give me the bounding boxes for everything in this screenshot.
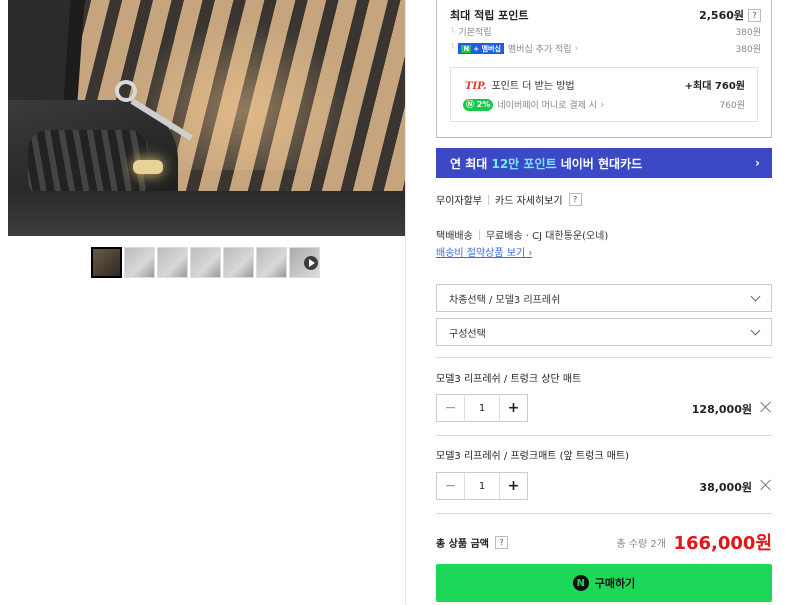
card-detail-link[interactable]: 카드 자세히보기 <box>495 192 563 207</box>
hyundai-card-banner[interactable]: 연 최대 12만 포인트 네이버 현대카드 › <box>436 148 772 178</box>
chevron-right-icon: › <box>600 98 605 111</box>
increase-button[interactable]: + <box>499 473 527 499</box>
points-title: 최대 적립 포인트 <box>450 9 529 22</box>
total-price: 166,000원 <box>673 533 772 554</box>
points-help-icon[interactable]: ? <box>748 8 761 22</box>
total-label: 총 상품 금액 <box>436 539 489 550</box>
divider <box>478 229 480 240</box>
total-label-row: 총 상품 금액 ? <box>436 535 508 550</box>
quantity-stepper: − 1 + <box>436 472 528 500</box>
divider <box>436 357 772 358</box>
thumbnail-2[interactable] <box>124 247 155 278</box>
quantity-value[interactable]: 1 <box>465 473 499 499</box>
banner-suffix: 네이버 현대카드 <box>556 156 643 171</box>
branch-icon: └ <box>450 28 456 38</box>
quantity-value[interactable]: 1 <box>465 395 499 421</box>
remove-option-icon[interactable] <box>760 401 772 413</box>
car-model-select[interactable]: 차종선택 / 모델3 리프레쉬 <box>436 284 772 312</box>
npay-money-link[interactable]: 네이버페이 머니로 결제 시 <box>497 98 597 111</box>
thumbnail-6[interactable] <box>256 247 287 278</box>
increase-button[interactable]: + <box>499 395 527 421</box>
thumbnail-strip <box>91 247 320 278</box>
decrease-button[interactable]: − <box>437 473 465 499</box>
thumbnail-5[interactable] <box>223 247 254 278</box>
trunk-side-ribs <box>28 130 148 200</box>
column-divider <box>405 0 406 605</box>
shipping-info: 무료배송 · CJ 대한통운(오네) <box>485 231 609 242</box>
thumbnail-3[interactable] <box>157 247 188 278</box>
card-help-icon[interactable]: ? <box>568 193 582 206</box>
basic-points-label: 기본적립 <box>458 28 492 38</box>
thumbnail-1[interactable] <box>91 247 122 278</box>
divider <box>436 513 772 514</box>
banner-highlight: 12만 포인트 <box>491 156 557 171</box>
total-count: 총 수량 2개 <box>616 539 666 550</box>
thumbnail-4[interactable] <box>190 247 221 278</box>
divider <box>488 194 489 205</box>
option-name: 모델3 리프레쉬 / 트렁크 상단 매트 <box>436 374 582 385</box>
banner-prefix: 연 최대 <box>450 156 492 171</box>
thumbnail-video[interactable] <box>289 247 320 278</box>
buy-button[interactable]: N 구매하기 <box>436 564 772 602</box>
npay-money-amount: 760원 <box>719 101 745 111</box>
car-model-select-value: 차종선택 / 모델3 리프레쉬 <box>449 294 561 306</box>
product-main-image[interactable] <box>8 0 405 236</box>
tip-max-amount: +최대 760원 <box>684 81 745 92</box>
branch-icon: └ <box>450 43 456 54</box>
shipping-type: 택배배송 <box>436 231 473 242</box>
remove-option-icon[interactable] <box>760 479 772 491</box>
chevron-down-icon <box>750 325 761 335</box>
installment-row: 무이자할부 카드 자세히보기 ? <box>436 192 582 207</box>
total-help-icon[interactable]: ? <box>494 536 508 549</box>
quantity-stepper: − 1 + <box>436 394 528 422</box>
npay-badge: Ⓝ 2% <box>463 98 494 111</box>
configuration-select[interactable]: 구성선택 <box>436 318 772 346</box>
naver-pay-icon: N <box>572 575 589 591</box>
tip-label: TIP. <box>465 81 487 92</box>
chevron-down-icon <box>750 291 761 301</box>
points-amount: 2,560원 <box>699 9 744 22</box>
chevron-right-icon: › <box>574 43 579 54</box>
installment-label: 무이자할부 <box>436 196 482 207</box>
membership-badge: N + 멤버십 <box>458 43 504 54</box>
points-tip-box: TIP. 포인트 더 받는 방법 +최대 760원 Ⓝ 2% 네이버페이 머니로 … <box>450 67 758 122</box>
membership-points-amount: 380원 <box>735 45 761 55</box>
shipping-saving-link[interactable]: 배송비 절약상품 보기 › <box>436 244 532 259</box>
buy-button-label: 구매하기 <box>594 577 636 590</box>
configuration-select-value: 구성선택 <box>449 328 486 340</box>
shipping-row: 택배배송 무료배송 · CJ 대한통운(오네) <box>436 227 608 242</box>
chevron-right-icon: › <box>755 156 760 170</box>
option-price: 128,000원 <box>691 403 752 416</box>
points-box: 최대 적립 포인트 2,560원 ? └ 기본적립 380원 └ N + 멤버십 멤… <box>436 0 772 138</box>
trunk-lamp <box>133 160 163 174</box>
tip-title: 포인트 더 받는 방법 <box>491 81 575 92</box>
play-icon <box>304 256 318 270</box>
decrease-button[interactable]: − <box>437 395 465 421</box>
basic-points-amount: 380원 <box>735 28 761 38</box>
option-price: 38,000원 <box>699 481 752 494</box>
trunk-floor <box>8 191 405 236</box>
divider <box>436 435 772 436</box>
membership-points-link[interactable]: 멤버십 추가 적립 <box>508 42 572 55</box>
option-name: 모델3 리프레쉬 / 프렁크매트 (앞 트렁크 매트) <box>436 451 630 462</box>
